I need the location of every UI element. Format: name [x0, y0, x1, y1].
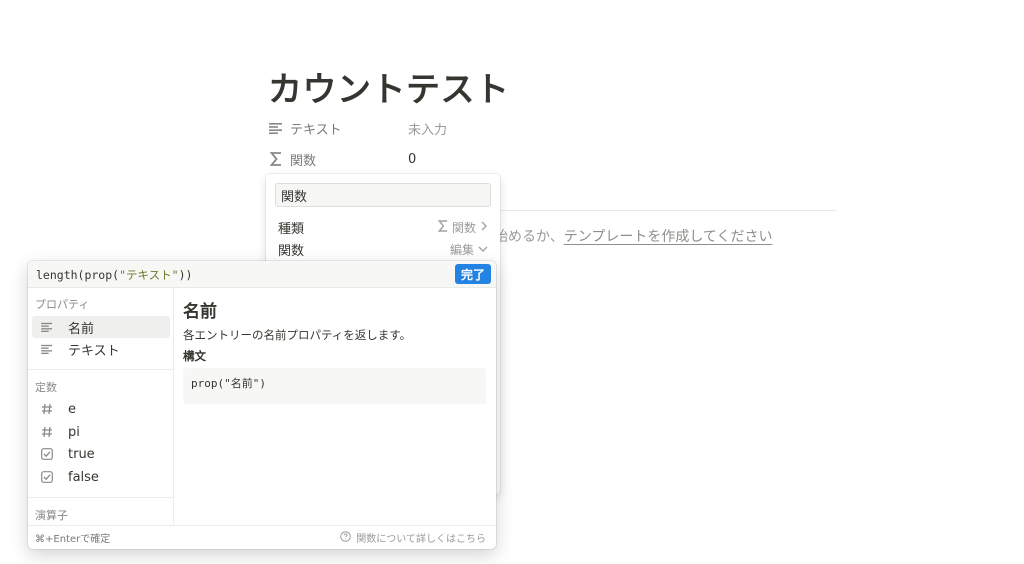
formula-input-bar[interactable]: length(prop("テキスト")) 完了 — [28, 261, 496, 288]
formula-text-suffix: )) — [178, 268, 193, 282]
property-row-text[interactable]: テキスト 未入力 — [268, 115, 447, 141]
help-title: 名前 — [183, 302, 217, 322]
formula-edit-action: 編集 — [449, 242, 474, 257]
property-value[interactable]: 未入力 — [408, 119, 447, 138]
checkbox-icon — [40, 470, 54, 484]
empty-hint-text: 始めるか、 — [494, 229, 564, 245]
list-item-constant-true[interactable]: true — [32, 443, 170, 465]
chevron-down-icon — [478, 242, 488, 256]
property-row-formula[interactable]: 関数 0 — [268, 146, 416, 172]
hash-icon — [40, 425, 54, 439]
formula-edit-row[interactable]: 関数 編集 — [278, 239, 488, 259]
chevron-right-icon — [480, 220, 488, 234]
empty-page-hint: 始めるか、テンプレートを作成してください — [494, 226, 772, 246]
formula-label: 関数 — [278, 243, 305, 259]
section-label-constants: 定数 — [35, 381, 57, 394]
list-item-label: pi — [68, 424, 80, 440]
list-item-label: false — [68, 469, 99, 485]
property-type-value: 関数 — [451, 220, 476, 235]
formula-text-string: "テキスト" — [119, 268, 179, 282]
confirm-shortcut-hint: ⌘+Enterで確定 — [35, 534, 111, 545]
formula-input[interactable]: length(prop("テキスト")) — [36, 267, 192, 283]
list-item-label: テキスト — [68, 343, 120, 359]
text-lines-icon — [40, 342, 54, 356]
property-value[interactable]: 0 — [408, 152, 416, 167]
formula-editor: length(prop("テキスト")) 完了 プロパティ 名前 テキスト 定数… — [28, 261, 496, 549]
formula-help-pane: 名前 各エントリーの名前プロパティを返します。 構文 prop("名前") — [175, 288, 496, 525]
create-template-link[interactable]: テンプレートを作成してください — [564, 229, 773, 245]
formula-editor-footer: ⌘+Enterで確定 関数について詳しくはこちら — [28, 525, 496, 549]
list-item-property-text[interactable]: テキスト — [32, 338, 170, 360]
formula-text-prefix: length(prop( — [36, 268, 120, 282]
question-circle-icon — [340, 530, 352, 545]
list-item-property-name[interactable]: 名前 — [32, 316, 170, 338]
help-syntax-code: prop("名前") — [183, 368, 486, 404]
text-lines-icon — [268, 120, 284, 136]
section-divider — [28, 497, 173, 498]
list-item-constant-false[interactable]: false — [32, 466, 170, 488]
property-name: 関数 — [290, 153, 317, 169]
sigma-icon — [268, 151, 284, 167]
section-divider — [28, 369, 173, 370]
learn-more-link[interactable]: 関数について詳しくはこちら — [340, 530, 486, 545]
property-name: テキスト — [290, 122, 342, 138]
formula-reference-list[interactable]: プロパティ 名前 テキスト 定数 e pi true false 演算子 — [28, 288, 174, 525]
text-lines-icon — [40, 320, 54, 334]
content-divider — [494, 210, 836, 211]
help-syntax-label: 構文 — [183, 349, 206, 363]
page-title[interactable]: カウントテスト — [268, 62, 510, 111]
section-label-properties: プロパティ — [35, 298, 90, 311]
list-item-label: 名前 — [68, 321, 95, 337]
property-name-input[interactable]: 関数 — [275, 183, 491, 207]
property-type-label: 種類 — [278, 221, 305, 237]
section-label-operators: 演算子 — [35, 509, 68, 522]
hash-icon — [40, 402, 54, 416]
checkbox-icon — [40, 447, 54, 461]
list-item-constant-e[interactable]: e — [32, 398, 170, 420]
learn-more-label: 関数について詳しくはこちら — [356, 534, 486, 545]
property-type-row[interactable]: 種類 関数 — [278, 217, 488, 237]
sigma-icon — [437, 219, 448, 235]
list-item-label: e — [68, 401, 76, 417]
list-item-constant-pi[interactable]: pi — [32, 421, 170, 443]
help-description: 各エントリーの名前プロパティを返します。 — [183, 328, 412, 342]
list-item-label: true — [68, 446, 95, 462]
done-button[interactable]: 完了 — [455, 264, 491, 284]
